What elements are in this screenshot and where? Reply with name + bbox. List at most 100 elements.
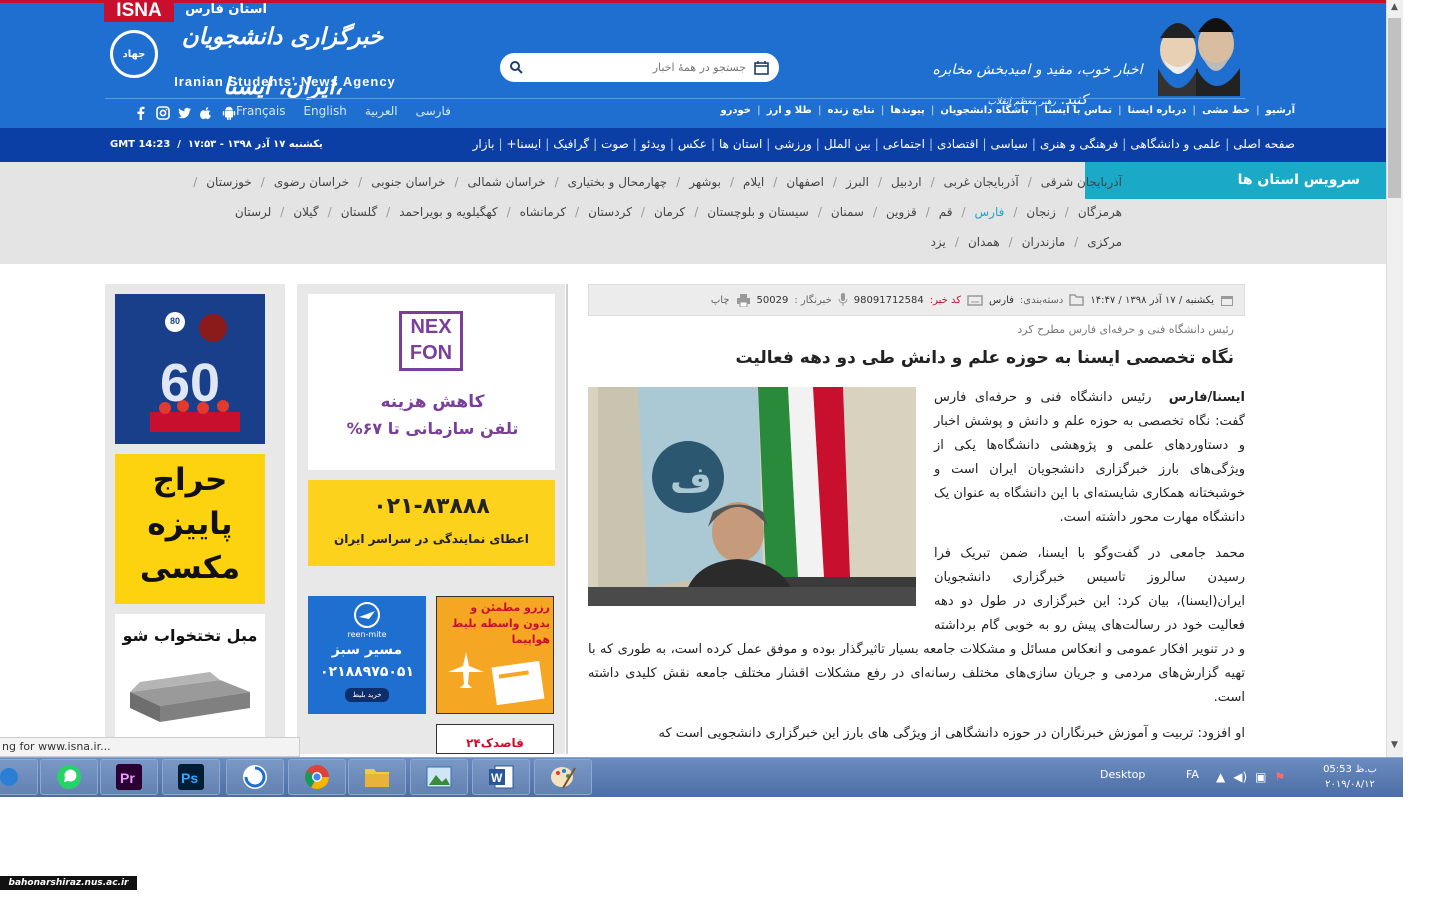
taskbar-app-paint[interactable] — [534, 759, 592, 795]
isna-tag[interactable]: ISNA — [104, 0, 174, 22]
taskbar-start-partial[interactable] — [0, 759, 38, 795]
search-input[interactable]: جستجو در همهٔ اخبار — [523, 61, 754, 74]
lang-english[interactable]: English — [303, 104, 346, 122]
taskbar-app-explorer[interactable] — [348, 759, 406, 795]
nav-item[interactable]: علمی و دانشگاهی — [1130, 137, 1221, 155]
province-link[interactable]: کردستان — [588, 205, 632, 227]
province-link[interactable]: اردبیل — [891, 175, 922, 197]
province-link[interactable]: لرستان — [235, 205, 271, 227]
province-link[interactable]: آذربایجان غربی — [944, 175, 1019, 197]
province-link[interactable]: سیستان و بلوچستان — [707, 205, 809, 227]
nav-item[interactable]: اجتماعی — [883, 137, 925, 155]
reen-buy-button[interactable]: خرید بلیط — [345, 688, 389, 702]
taskbar-desktop-label[interactable]: Desktop — [1100, 768, 1160, 784]
network-icon[interactable]: ▣ — [1255, 770, 1266, 784]
calendar-icon[interactable] — [754, 60, 769, 75]
province-link[interactable]: سمنان — [831, 205, 864, 227]
province-link[interactable]: کرمان — [654, 205, 685, 227]
province-link[interactable]: گیلان — [293, 205, 318, 227]
nav-item-home[interactable]: صفحه اصلی — [1233, 137, 1295, 155]
taskbar-app-chrome[interactable] — [288, 759, 346, 795]
taskbar-clock-time[interactable]: ب.ظ 05:53 — [1315, 764, 1385, 778]
taskbar-app-whatsapp[interactable] — [40, 759, 98, 795]
nav-item[interactable]: بازار — [473, 137, 495, 155]
province-link[interactable]: مرکزی — [1087, 235, 1122, 257]
util-link[interactable]: خط مشی — [1202, 105, 1250, 123]
lang-persian[interactable]: فارسی — [416, 104, 451, 122]
util-link[interactable]: تماس با ایسنا — [1044, 105, 1112, 123]
taskbar-language[interactable]: FA — [1186, 768, 1206, 784]
province-link[interactable]: قم — [939, 205, 953, 227]
province-link[interactable]: ایلام — [743, 175, 764, 197]
logo-title-fa[interactable]: خبرگزاری دانشجویان ایران، ایسنا، — [165, 12, 400, 100]
lang-french[interactable]: Français — [236, 104, 285, 122]
province-link[interactable]: مازندران — [1022, 235, 1065, 257]
province-link-active[interactable]: فارس — [975, 205, 1005, 227]
scrollbar-thumb[interactable] — [1388, 18, 1401, 198]
search-box[interactable]: جستجو در همهٔ اخبار — [500, 53, 779, 82]
util-link[interactable]: نتایج زنده — [827, 105, 874, 123]
util-link[interactable]: طلا و ارز — [767, 105, 812, 123]
province-link[interactable]: قزوین — [886, 205, 917, 227]
logo-title-en[interactable]: Iranian Students' News Agency — [165, 74, 405, 92]
province-link[interactable]: یزد — [931, 235, 946, 257]
nav-item[interactable]: ورزشی — [774, 137, 811, 155]
volume-icon[interactable]: ◀) — [1233, 770, 1247, 784]
android-icon[interactable] — [222, 106, 236, 120]
province-link[interactable]: خراسان رضوی — [274, 175, 349, 197]
province-link[interactable]: هرمزگان — [1078, 205, 1122, 227]
twitter-icon[interactable] — [178, 106, 192, 120]
scroll-down-arrow-icon[interactable]: ▼ — [1388, 740, 1401, 754]
facebook-icon[interactable] — [134, 106, 148, 120]
province-link[interactable]: همدان — [968, 235, 1000, 257]
province-link[interactable]: کرمانشاه — [520, 205, 566, 227]
province-link[interactable]: کهگیلویه و بویراحمد — [399, 205, 497, 227]
print-icon[interactable] — [736, 293, 751, 307]
apple-icon[interactable] — [200, 106, 214, 120]
util-link[interactable]: باشگاه دانشجویان — [940, 105, 1028, 123]
nav-item[interactable]: بین الملل — [824, 137, 871, 155]
nav-item[interactable]: صوت — [601, 137, 629, 155]
action-center-icon[interactable]: ⚑ — [1275, 770, 1286, 784]
province-link[interactable]: چهارمحال و بختیاری — [568, 175, 668, 197]
nav-item[interactable]: گرافیک — [553, 137, 589, 155]
nav-item[interactable]: فرهنگی و هنری — [1040, 137, 1118, 155]
tray-expand-icon[interactable]: ▲ — [1216, 770, 1225, 784]
util-link[interactable]: خودرو — [720, 105, 751, 123]
article-headline[interactable]: نگاه تخصصی ایسنا به حوزه علم و دانش طی د… — [588, 348, 1234, 376]
taskbar-app-shield[interactable] — [226, 759, 284, 795]
nav-item[interactable]: استان ها — [719, 137, 762, 155]
util-link[interactable]: درباره ایسنا — [1128, 105, 1187, 123]
province-link[interactable]: زنجان — [1026, 205, 1055, 227]
lang-arabic[interactable]: العربية — [365, 104, 398, 122]
print-link[interactable]: چاپ — [711, 295, 730, 306]
province-link[interactable]: خوزستان — [206, 175, 252, 197]
provinces-tab[interactable]: سرویس استان ها — [1085, 162, 1386, 199]
category-value[interactable]: فارس — [989, 295, 1014, 306]
search-icon[interactable] — [510, 61, 523, 74]
util-link[interactable]: پیوندها — [890, 105, 924, 123]
taskbar-app-premiere[interactable]: Pr — [100, 759, 158, 795]
scroll-up-arrow-icon[interactable]: ▲ — [1388, 2, 1401, 16]
province-link[interactable]: گلستان — [341, 205, 377, 227]
taskbar-app-photos[interactable] — [410, 759, 468, 795]
taskbar-clock-date[interactable]: ۲۰۱۹/۰۸/۱۲ — [1315, 779, 1385, 793]
nexfon-logo[interactable]: NEX FON — [399, 311, 463, 371]
separator: / — [280, 205, 285, 219]
logo-emblem-icon[interactable]: جهاد — [110, 30, 158, 78]
province-link[interactable]: البرز — [846, 175, 869, 197]
nav-item[interactable]: ایسنا+ — [507, 137, 542, 155]
taskbar-app-word[interactable]: W — [472, 759, 530, 795]
nav-item[interactable]: عکس — [678, 137, 707, 155]
instagram-icon[interactable] — [156, 106, 170, 120]
nav-item[interactable]: اقتصادی — [937, 137, 979, 155]
province-link[interactable]: خراسان جنوبی — [371, 175, 445, 197]
nav-item[interactable]: ویدئو — [641, 137, 666, 155]
taskbar-app-photoshop[interactable]: Ps — [162, 759, 220, 795]
province-link[interactable]: اصفهان — [786, 175, 824, 197]
province-link[interactable]: بوشهر — [689, 175, 721, 197]
util-link[interactable]: آرشیو — [1266, 105, 1295, 123]
nav-item[interactable]: سیاسی — [991, 137, 1028, 155]
province-link[interactable]: آذربایجان شرقی — [1041, 175, 1122, 197]
province-link[interactable]: خراسان شمالی — [468, 175, 546, 197]
